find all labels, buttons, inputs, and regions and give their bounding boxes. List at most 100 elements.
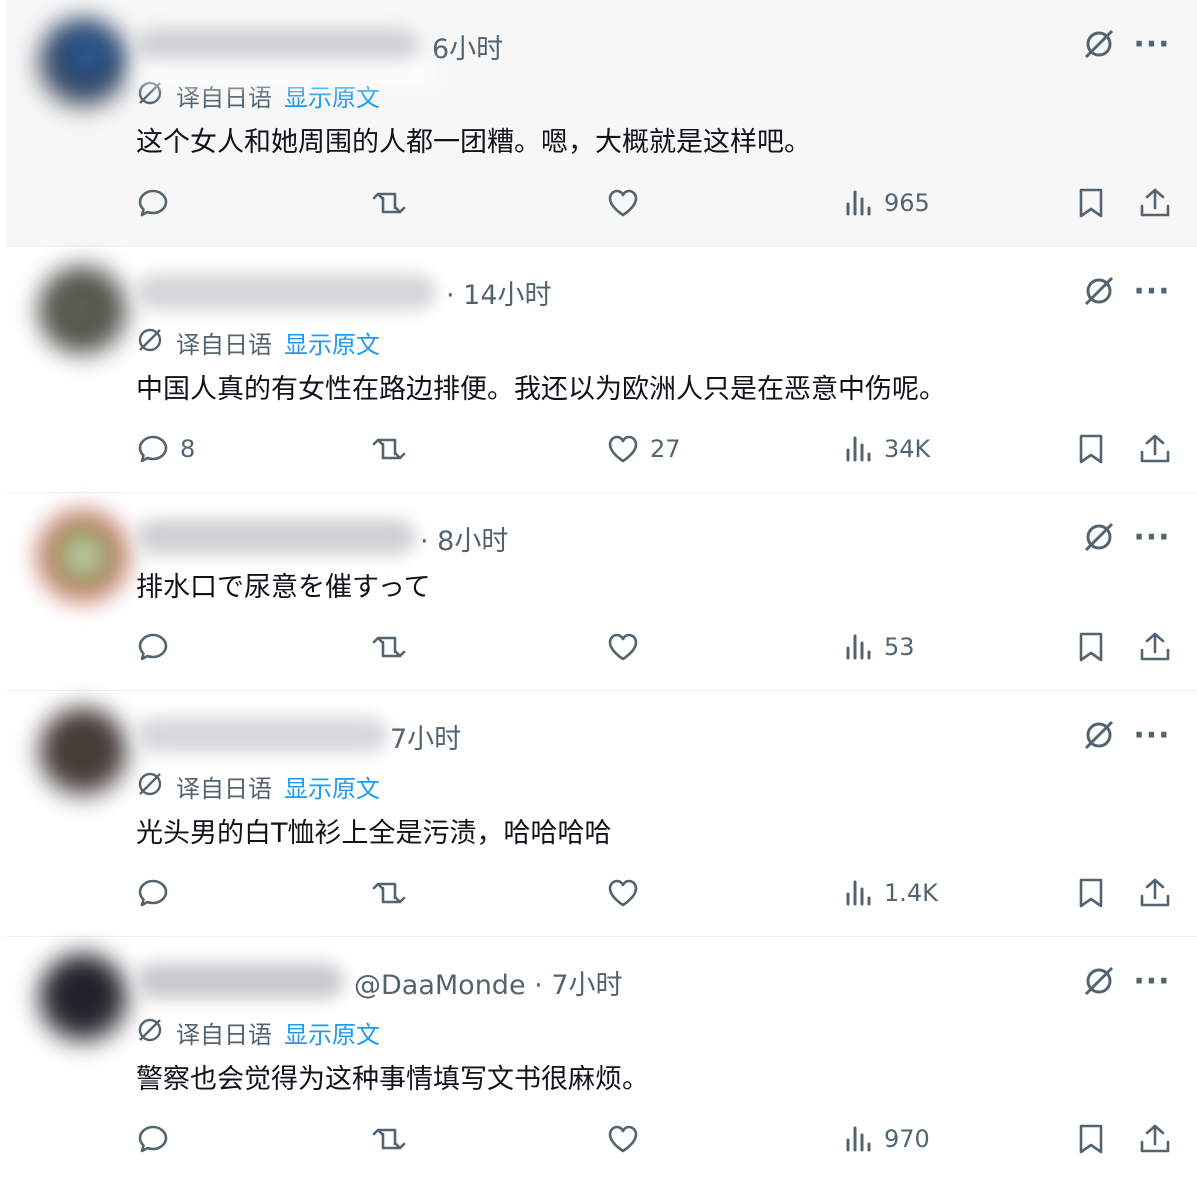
post-text: 警察也会觉得为这种事情填写文书很麻烦。	[136, 1064, 649, 1095]
post-text: 这个女人和她周围的人都一团糟。嗯，大概就是这样吧。	[136, 127, 811, 158]
bookmark-button[interactable]	[1076, 1117, 1106, 1161]
author-name-blurred[interactable]	[136, 519, 416, 555]
translate-label: 译自日语	[176, 331, 272, 359]
post-time[interactable]: · 7小时	[534, 970, 622, 1001]
share-button[interactable]	[1138, 181, 1172, 225]
avatar[interactable]	[38, 511, 128, 601]
view-count: 970	[884, 1125, 930, 1153]
views-button[interactable]: 970	[844, 1117, 930, 1161]
more-icon: ···	[1133, 26, 1171, 62]
reply-post[interactable]: · 14小时 译自日语 显示原文 中国人真的有女性在路边排便。我还以为欧洲人只是…	[6, 247, 1197, 493]
more-icon: ···	[1133, 963, 1171, 999]
share-button[interactable]	[1138, 871, 1172, 915]
grok-button[interactable]	[1079, 273, 1119, 313]
like-button[interactable]: 27	[606, 427, 681, 471]
share-icon	[1138, 876, 1172, 910]
show-original-link[interactable]: 显示原文	[284, 1015, 380, 1050]
reply-post[interactable]: · 8小时 排水口で尿意を催すって ··· 53	[6, 493, 1197, 691]
reply-icon	[136, 186, 170, 220]
show-original-link[interactable]: 显示原文	[284, 769, 380, 804]
avatar[interactable]	[38, 953, 128, 1043]
more-button[interactable]: ···	[1132, 961, 1172, 1001]
author-name-blurred[interactable]	[136, 28, 418, 64]
views-button[interactable]: 965	[844, 181, 930, 225]
translate-label: 译自日语	[176, 1021, 272, 1049]
retweet-icon	[370, 1122, 408, 1156]
translation-bar: 译自日语 显示原文	[136, 1015, 380, 1050]
share-button[interactable]	[1138, 427, 1172, 471]
bookmark-button[interactable]	[1076, 181, 1106, 225]
bookmark-icon	[1076, 876, 1106, 910]
reply-button[interactable]	[136, 1117, 180, 1161]
views-button[interactable]: 1.4K	[844, 871, 938, 915]
like-button[interactable]	[606, 871, 650, 915]
reply-button[interactable]: 8	[136, 427, 195, 471]
more-button[interactable]: ···	[1132, 715, 1172, 755]
reply-post[interactable]: 7小时 译自日语 显示原文 光头男的白T恤衫上全是污渍，哈哈哈哈 ··· 1.4…	[6, 691, 1197, 937]
like-icon	[606, 630, 640, 664]
bookmark-button[interactable]	[1076, 871, 1106, 915]
grok-button[interactable]	[1079, 717, 1119, 757]
view-count: 34K	[884, 435, 931, 463]
retweet-button[interactable]	[370, 181, 408, 225]
like-button[interactable]	[606, 625, 650, 669]
like-icon	[606, 432, 640, 466]
like-button[interactable]	[606, 181, 650, 225]
grok-icon	[1081, 963, 1117, 1003]
more-button[interactable]: ···	[1132, 517, 1172, 557]
post-time[interactable]: 7小时	[390, 717, 461, 756]
view-count: 1.4K	[884, 879, 938, 907]
retweet-icon	[370, 186, 408, 220]
post-text: 排水口で尿意を催すって	[136, 572, 431, 603]
action-bar: 53	[6, 625, 1197, 669]
like-icon	[606, 186, 640, 220]
translation-bar: 译自日语 显示原文	[136, 769, 380, 804]
grok-icon	[1081, 717, 1117, 757]
grok-button[interactable]	[1079, 963, 1119, 1003]
author-name-blurred[interactable]	[136, 274, 436, 310]
post-time[interactable]: · 8小时	[420, 519, 508, 558]
grok-button[interactable]	[1079, 519, 1119, 559]
reply-post[interactable]: 6小时 译自日语 显示原文 这个女人和她周围的人都一团糟。嗯，大概就是这样吧。 …	[6, 0, 1197, 247]
reply-button[interactable]	[136, 871, 180, 915]
post-time[interactable]: 6小时	[432, 27, 503, 66]
views-button[interactable]: 34K	[844, 427, 930, 471]
reply-icon	[136, 432, 170, 466]
translate-icon	[136, 326, 164, 360]
share-button[interactable]	[1138, 625, 1172, 669]
reply-post[interactable]: @DaaMonde · 7小时 译自日语 显示原文 警察也会觉得为这种事情填写文…	[6, 937, 1197, 1184]
avatar[interactable]	[38, 707, 128, 797]
retweet-button[interactable]	[370, 625, 408, 669]
bookmark-button[interactable]	[1076, 427, 1106, 471]
post-time[interactable]: · 14小时	[446, 273, 552, 312]
author-handle[interactable]: @DaaMonde	[354, 970, 526, 1001]
show-original-link[interactable]: 显示原文	[284, 325, 380, 360]
author-name-blurred[interactable]	[136, 717, 388, 753]
views-icon	[844, 1124, 874, 1154]
bookmark-icon	[1076, 432, 1106, 466]
avatar[interactable]	[38, 18, 128, 108]
reply-icon	[136, 630, 170, 664]
like-button[interactable]	[606, 1117, 650, 1161]
reply-button[interactable]	[136, 625, 180, 669]
bookmark-button[interactable]	[1076, 625, 1106, 669]
action-bar: 1.4K	[6, 871, 1197, 915]
retweet-button[interactable]	[370, 871, 408, 915]
more-button[interactable]: ···	[1132, 24, 1172, 64]
post-text: 中国人真的有女性在路边排便。我还以为欧洲人只是在恶意中伤呢。	[136, 374, 946, 405]
post-handle-time[interactable]: @DaaMonde · 7小时	[354, 963, 623, 1002]
retweet-button[interactable]	[370, 1117, 408, 1161]
like-icon	[606, 876, 640, 910]
reply-count: 8	[180, 435, 196, 463]
reply-button[interactable]	[136, 181, 180, 225]
grok-icon	[1081, 273, 1117, 313]
more-button[interactable]: ···	[1132, 271, 1172, 311]
more-icon: ···	[1133, 273, 1171, 309]
author-name-blurred[interactable]	[136, 963, 344, 999]
translate-icon	[136, 770, 164, 804]
retweet-button[interactable]	[370, 427, 408, 471]
avatar[interactable]	[38, 265, 128, 355]
share-button[interactable]	[1138, 1117, 1172, 1161]
views-button[interactable]: 53	[844, 625, 915, 669]
grok-button[interactable]	[1079, 26, 1119, 66]
